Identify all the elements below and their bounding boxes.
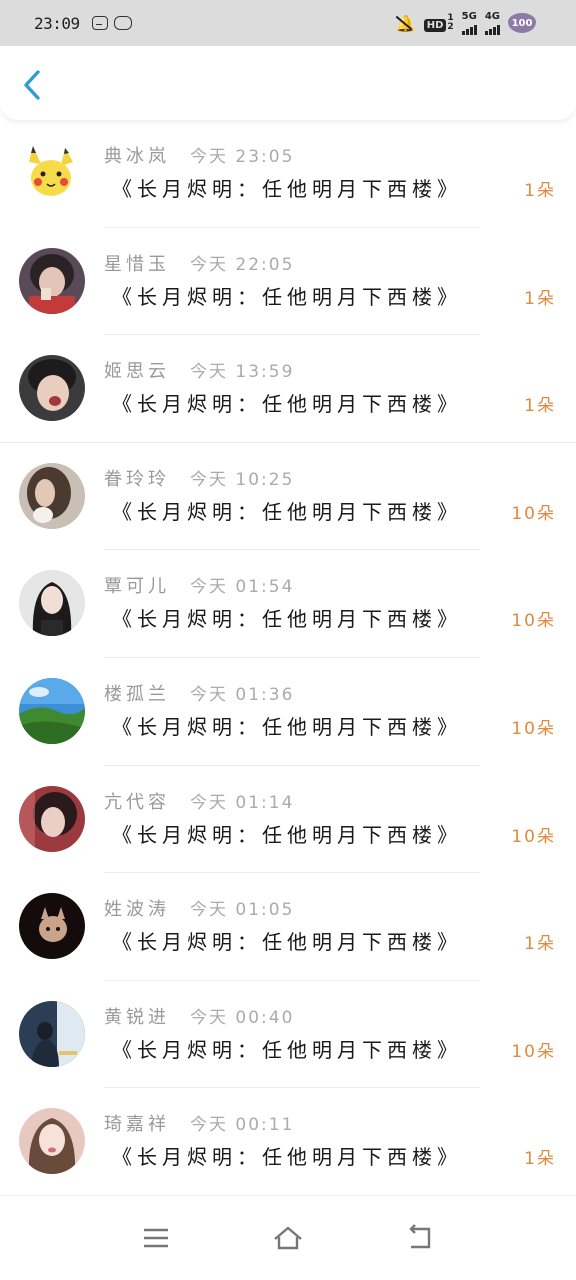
back-button[interactable] — [18, 68, 48, 102]
list-item[interactable]: 琦嘉祥 今天 00:11 《长月烬明：任他明月下西楼》 1朵 — [0, 1088, 576, 1196]
flower-count: 10朵 — [511, 826, 556, 847]
item-meta: 楼孤兰 今天 01:36 — [104, 680, 294, 706]
avatar[interactable] — [19, 355, 85, 422]
avatar[interactable] — [19, 140, 85, 206]
gift-title: 《长月烬明：任他明月下西楼》 — [112, 607, 462, 632]
status-right: 🔔 HD 1 2 5G 4G 100 — [395, 10, 536, 35]
menu-icon — [144, 1228, 168, 1248]
return-button[interactable] — [400, 1218, 440, 1258]
item-meta: 眷玲玲 今天 10:25 — [104, 465, 294, 491]
timestamp: 今天 01:36 — [190, 684, 295, 705]
list-item[interactable]: 亢代容 今天 01:14 《长月烬明：任他明月下西楼》 10朵 — [0, 766, 576, 874]
sender-name: 典冰岚 — [104, 146, 170, 167]
gift-title: 《长月烬明：任他明月下西楼》 — [112, 822, 462, 847]
item-meta: 亢代容 今天 01:14 — [104, 788, 294, 814]
signal-bars-icon — [461, 21, 477, 35]
gamepad-icon — [113, 16, 132, 30]
list-item[interactable]: 典冰岚 今天 23:05 《长月烬明：任他明月下西楼》 1朵 — [0, 120, 576, 228]
gift-title: 《长月烬明：任他明月下西楼》 — [112, 930, 462, 955]
battery-icon: 100 — [508, 13, 536, 33]
status-bar: 23:09 🔔 HD 1 2 5G 4G 100 — [0, 0, 576, 46]
chevron-left-icon — [24, 70, 40, 100]
list-item[interactable]: 姓波涛 今天 01:05 《长月烬明：任他明月下西楼》 1朵 — [0, 873, 576, 981]
sender-name: 眷玲玲 — [104, 468, 170, 490]
sender-name: 姬思云 — [104, 361, 170, 383]
flower-count: 1朵 — [524, 288, 556, 309]
item-meta: 星惜玉 今天 22:05 — [104, 250, 294, 276]
item-meta: 姓波涛 今天 01:05 — [104, 895, 294, 921]
flower-count: 1朵 — [524, 396, 556, 417]
flower-count: 10朵 — [511, 718, 556, 739]
signal-5g: 5G — [461, 10, 477, 35]
gift-title: 《长月烬明：任他明月下西楼》 — [112, 177, 462, 201]
list-item[interactable]: 黄锐进 今天 00:40 《长月烬明：任他明月下西楼》 10朵 — [0, 981, 576, 1089]
gift-title: 《长月烬明：任他明月下西楼》 — [112, 1037, 462, 1062]
avatar[interactable] — [19, 677, 85, 744]
gift-title: 《长月烬明：任他明月下西楼》 — [112, 1145, 462, 1170]
sim-2-label: 2 — [447, 22, 454, 32]
timestamp: 今天 00:11 — [190, 1115, 295, 1136]
flower-count: 1朵 — [524, 181, 556, 201]
avatar[interactable] — [19, 462, 85, 529]
gift-title: 《长月烬明：任他明月下西楼》 — [112, 284, 462, 309]
flower-count: 10朵 — [511, 1041, 556, 1062]
status-app-icons — [91, 16, 132, 30]
system-nav-bar — [0, 1196, 576, 1280]
return-icon — [409, 1224, 431, 1249]
timestamp: 今天 22:05 — [190, 254, 295, 275]
list-item[interactable]: 楼孤兰 今天 01:36 《长月烬明：任他明月下西楼》 10朵 — [0, 658, 576, 766]
gift-record-list: 典冰岚 今天 23:05 《长月烬明：任他明月下西楼》 1朵 星惜玉 今天 22… — [0, 120, 576, 1196]
timestamp: 今天 13:59 — [190, 362, 295, 383]
list-item[interactable]: 星惜玉 今天 22:05 《长月烬明：任他明月下西楼》 1朵 — [0, 228, 576, 336]
network-4g-label: 4G — [484, 10, 500, 22]
avatar[interactable] — [19, 570, 85, 637]
item-meta: 典冰岚 今天 23:05 — [104, 142, 294, 168]
hd-badge: HD — [423, 19, 447, 32]
gift-title: 《长月烬明：任他明月下西楼》 — [112, 714, 462, 739]
list-item[interactable]: 姬思云 今天 13:59 《长月烬明：任他明月下西楼》 1朵 — [0, 335, 576, 443]
gift-title: 《长月烬明：任他明月下西楼》 — [112, 392, 462, 417]
item-meta: 黄锐进 今天 00:40 — [104, 1003, 294, 1029]
sender-name: 姓波涛 — [104, 899, 170, 921]
flower-count: 1朵 — [524, 1149, 556, 1170]
avatar[interactable] — [19, 247, 85, 314]
timestamp: 今天 10:25 — [190, 469, 295, 490]
network-5g-label: 5G — [461, 10, 477, 22]
list-item[interactable]: 覃可儿 今天 01:54 《长月烬明：任他明月下西楼》 10朵 — [0, 550, 576, 658]
hd-indicator: HD 1 2 — [423, 14, 454, 32]
sender-name: 琦嘉祥 — [104, 1114, 170, 1136]
status-time: 23:09 — [34, 13, 80, 33]
signal-bars-icon — [484, 21, 500, 35]
signal-4g: 4G — [484, 10, 500, 35]
avatar[interactable] — [19, 893, 85, 960]
sender-name: 星惜玉 — [104, 253, 170, 275]
timestamp: 今天 01:05 — [190, 900, 295, 921]
page-header — [0, 46, 576, 120]
flower-count: 10朵 — [511, 503, 556, 524]
sender-name: 覃可儿 — [104, 576, 170, 598]
sender-name: 黄锐进 — [104, 1006, 170, 1028]
avatar[interactable] — [19, 785, 85, 852]
sender-name: 楼孤兰 — [104, 683, 170, 705]
timestamp: 今天 01:14 — [190, 792, 295, 813]
app-notification-icon — [91, 16, 108, 30]
sender-name: 亢代容 — [104, 791, 170, 813]
bell-off-icon: 🔔 — [395, 13, 416, 33]
item-meta: 覃可儿 今天 01:54 — [104, 572, 294, 598]
avatar[interactable] — [19, 1108, 85, 1175]
gift-title: 《长月烬明：任他明月下西楼》 — [112, 499, 462, 524]
flower-count: 10朵 — [511, 611, 556, 632]
flower-count: 1朵 — [524, 934, 556, 955]
item-meta: 姬思云 今天 13:59 — [104, 357, 294, 383]
list-item[interactable]: 眷玲玲 今天 10:25 《长月烬明：任他明月下西楼》 10朵 — [0, 443, 576, 551]
item-meta: 琦嘉祥 今天 00:11 — [104, 1110, 294, 1136]
timestamp: 今天 00:40 — [190, 1007, 295, 1028]
menu-button[interactable] — [136, 1218, 176, 1258]
avatar[interactable] — [19, 1000, 85, 1067]
timestamp: 今天 23:05 — [190, 147, 295, 167]
home-button[interactable] — [268, 1218, 308, 1258]
timestamp: 今天 01:54 — [190, 577, 295, 598]
home-icon — [274, 1226, 302, 1250]
